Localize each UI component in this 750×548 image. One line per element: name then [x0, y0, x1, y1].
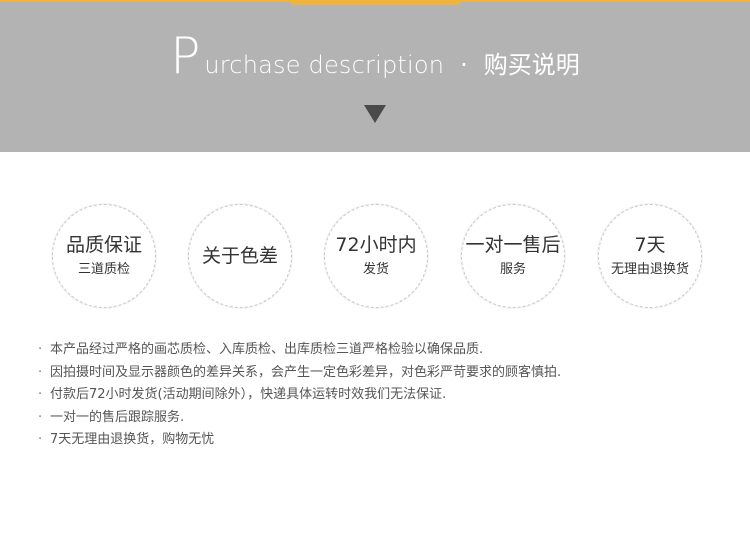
title-separator: · — [460, 51, 468, 79]
feature-title: 一对一售后 — [465, 234, 561, 256]
header-banner: Purchase description · 购买说明 — [0, 0, 750, 152]
feature-subtitle: 三道质检 — [77, 262, 130, 277]
title-chinese: 购买说明 — [483, 51, 580, 79]
description-item: · 7天无理由退换货，购物无忧 — [38, 429, 561, 452]
feature-subtitle: 无理由退换货 — [610, 262, 689, 277]
feature-shipping: 72小时内 发货 — [324, 204, 428, 308]
bullet-icon: · — [38, 342, 43, 357]
description-item: · 因拍摄时间及显示器颜色的差异关系，会产生一定色彩差异，对色彩严苛要求的顾客慎拍… — [38, 362, 561, 385]
description-text: 一对一的售后跟踪服务. — [50, 409, 185, 425]
description-list: · 本产品经过严格的画芯质检、入库质检、出库质检三道严格检验以确保品质. · 因拍摄… — [38, 339, 561, 452]
description-text: 因拍摄时间及显示器颜色的差异关系，会产生一定色彩差异，对色彩严苛要求的顾客慎拍. — [50, 364, 562, 380]
top-accent-tab — [291, 0, 460, 5]
feature-after-sales: 一对一售后 服务 — [461, 204, 565, 308]
bullet-icon: · — [38, 409, 43, 425]
page-title: Purchase description · 购买说明 — [0, 28, 750, 84]
description-text: 7天无理由退换货，购物无忧 — [50, 432, 215, 447]
feature-title: 72小时内 — [335, 234, 417, 256]
feature-title: 7天 — [634, 234, 666, 256]
title-rest: urchase description — [204, 51, 445, 79]
bullet-icon: · — [38, 387, 43, 402]
bullet-icon: · — [38, 364, 43, 380]
feature-title: 关于色差 — [201, 245, 278, 267]
description-item: · 付款后72小时发货(活动期间除外），快递具体运转时效我们无法保证. — [38, 384, 561, 407]
feature-subtitle: 发货 — [362, 262, 389, 277]
description-text: 本产品经过严格的画芯质检、入库质检、出库质检三道严格检验以确保品质. — [50, 342, 484, 357]
feature-returns: 7天 无理由退换货 — [598, 204, 702, 308]
feature-color-difference: 关于色差 — [188, 204, 292, 308]
bullet-icon: · — [38, 432, 43, 447]
description-text: 付款后72小时发货(活动期间除外），快递具体运转时效我们无法保证. — [50, 387, 447, 402]
description-item: · 本产品经过严格的画芯质检、入库质检、出库质检三道严格检验以确保品质. — [38, 339, 561, 362]
feature-title: 品质保证 — [65, 234, 142, 256]
feature-quality: 品质保证 三道质检 — [52, 204, 156, 308]
feature-subtitle: 服务 — [499, 262, 526, 277]
down-arrow-icon — [364, 105, 386, 123]
description-item: · 一对一的售后跟踪服务. — [38, 407, 561, 430]
title-initial: P — [170, 27, 201, 85]
